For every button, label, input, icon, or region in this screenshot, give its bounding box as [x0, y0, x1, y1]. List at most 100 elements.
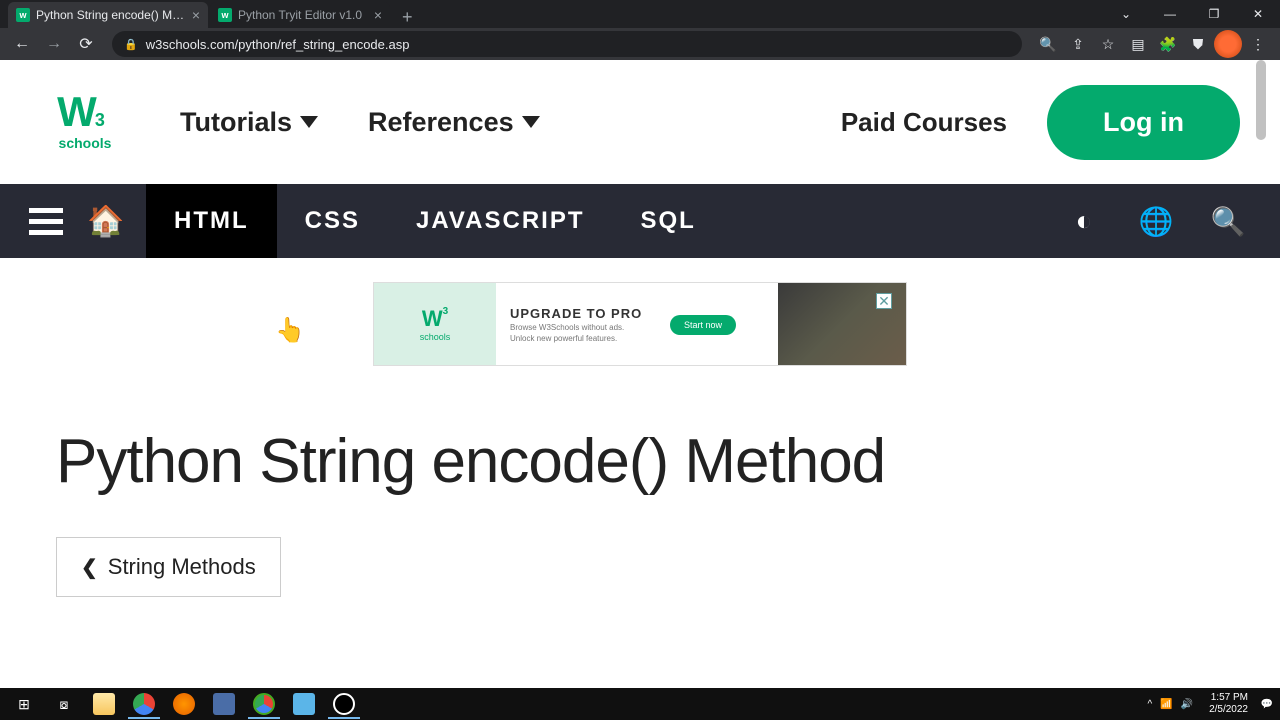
- task-view-icon: ⧇: [60, 696, 69, 713]
- logo-text: schools: [59, 135, 112, 151]
- ad-close-button[interactable]: ✕: [876, 293, 892, 309]
- search-button[interactable]: 🔍: [1192, 184, 1264, 258]
- close-icon[interactable]: ×: [374, 7, 382, 23]
- back-to-string-methods-link[interactable]: ❮ String Methods: [56, 537, 281, 597]
- login-button[interactable]: Log in: [1047, 85, 1240, 160]
- taskbar-clock[interactable]: 1:57 PM 2/5/2022: [1199, 692, 1258, 716]
- bookmark-icon[interactable]: ☆: [1094, 30, 1122, 58]
- browser-tabs: w Python String encode() Method × w Pyth…: [0, 0, 423, 28]
- notifications-button[interactable]: 💬: [1258, 699, 1276, 710]
- url-text: w3schools.com/python/ref_string_encode.a…: [146, 37, 410, 52]
- ad-logo-text: schools: [420, 332, 451, 342]
- notepad-icon: [293, 693, 315, 715]
- dark-mode-toggle[interactable]: ◐: [1048, 184, 1120, 258]
- scrollbar-thumb[interactable]: [1256, 60, 1266, 140]
- adblock-icon[interactable]: ⛊: [1184, 30, 1212, 58]
- close-window-button[interactable]: ✕: [1236, 0, 1280, 28]
- kebab-menu-icon[interactable]: ⋮: [1244, 30, 1272, 58]
- ad-logo-icon: W: [422, 306, 443, 332]
- folder-icon: [93, 693, 115, 715]
- home-button[interactable]: 🏠: [76, 184, 136, 258]
- extensions-icon[interactable]: 🧩: [1154, 30, 1182, 58]
- forward-button[interactable]: →: [40, 30, 68, 58]
- obs-taskbar-button[interactable]: [324, 689, 364, 719]
- firefox-taskbar-button[interactable]: [164, 689, 204, 719]
- wifi-icon[interactable]: 📶: [1160, 699, 1172, 710]
- maximize-button[interactable]: ❐: [1192, 0, 1236, 28]
- clock-date: 2/5/2022: [1209, 704, 1248, 716]
- back-button[interactable]: ←: [8, 30, 36, 58]
- ad-cta-button[interactable]: Start now: [670, 315, 736, 335]
- firefox-icon: [173, 693, 195, 715]
- profile-avatar[interactable]: [1214, 30, 1242, 58]
- nav-right: ◐ 🌐 🔍: [1048, 184, 1264, 258]
- site-header: W 3 schools Tutorials References Paid Co…: [0, 60, 1280, 184]
- start-button[interactable]: ⊞: [4, 689, 44, 719]
- app-icon: [213, 693, 235, 715]
- clock-time: 1:57 PM: [1209, 692, 1248, 704]
- tab-title: Python Tryit Editor v1.0: [238, 8, 368, 22]
- search-icon: 🔍: [1211, 205, 1246, 238]
- toolbar-icons: 🔍 ⇪ ☆ ▤ 🧩 ⛊ ⋮: [1034, 30, 1272, 58]
- task-view-button[interactable]: ⧇: [44, 689, 84, 719]
- chrome-canary-icon: [253, 693, 275, 715]
- page-viewport: W 3 schools Tutorials References Paid Co…: [0, 60, 1280, 658]
- back-link-label: String Methods: [108, 554, 256, 580]
- file-explorer-button[interactable]: [84, 689, 124, 719]
- tray-chevron-icon[interactable]: ^: [1147, 699, 1152, 710]
- browser-tab-inactive[interactable]: w Python Tryit Editor v1.0 ×: [210, 2, 390, 28]
- app-taskbar-button[interactable]: [204, 689, 244, 719]
- main-navbar: 🏠 HTML CSS JAVASCRIPT SQL ◐ 🌐 🔍: [0, 184, 1280, 258]
- contrast-icon: ◐: [1076, 205, 1093, 237]
- nav-items: HTML CSS JAVASCRIPT SQL: [146, 184, 724, 258]
- notepad-taskbar-button[interactable]: [284, 689, 324, 719]
- window-controls: ⌄ — ❐ ✕: [1104, 0, 1280, 28]
- page-title: Python String encode() Method: [56, 426, 1224, 497]
- volume-icon[interactable]: 🔊: [1181, 699, 1193, 710]
- windows-icon: ⊞: [18, 696, 30, 713]
- logo-w-icon: W: [57, 93, 95, 131]
- w3schools-logo[interactable]: W 3 schools: [40, 93, 130, 151]
- url-bar[interactable]: 🔒 w3schools.com/python/ref_string_encode…: [112, 31, 1022, 57]
- header-right: Paid Courses Log in: [841, 85, 1240, 160]
- nav-item-html[interactable]: HTML: [146, 184, 277, 258]
- globe-icon: 🌐: [1139, 205, 1174, 238]
- logo-3-icon: 3: [95, 110, 105, 131]
- scrollbar[interactable]: [1256, 60, 1266, 640]
- tutorials-dropdown[interactable]: Tutorials: [180, 107, 318, 138]
- browser-tab-active[interactable]: w Python String encode() Method ×: [8, 2, 208, 28]
- chevron-down-icon[interactable]: ⌄: [1104, 0, 1148, 28]
- new-tab-button[interactable]: +: [392, 7, 423, 28]
- browser-toolbar: ← → ⟳ 🔒 w3schools.com/python/ref_string_…: [0, 28, 1280, 60]
- home-icon: 🏠: [87, 204, 124, 239]
- tray-icons[interactable]: ^ 📶 🔊: [1147, 699, 1199, 710]
- ad-banner[interactable]: W3 schools UPGRADE TO PRO Browse W3Schoo…: [373, 282, 907, 366]
- references-dropdown[interactable]: References: [368, 107, 540, 138]
- nav-item-javascript[interactable]: JAVASCRIPT: [388, 184, 612, 258]
- favicon-icon: w: [16, 8, 30, 22]
- share-icon[interactable]: ⇪: [1064, 30, 1092, 58]
- caret-down-icon: [300, 116, 318, 128]
- nav-item-sql[interactable]: SQL: [612, 184, 723, 258]
- system-tray: ^ 📶 🔊 1:57 PM 2/5/2022 💬: [1147, 692, 1276, 716]
- top-menu: Tutorials References: [180, 107, 540, 138]
- ad-logo-panel: W3 schools: [374, 283, 496, 365]
- reload-button[interactable]: ⟳: [72, 30, 100, 58]
- hamburger-menu-button[interactable]: [16, 184, 76, 258]
- app-taskbar-button[interactable]: [244, 689, 284, 719]
- mouse-cursor-icon: 👆: [275, 316, 305, 345]
- tab-title: Python String encode() Method: [36, 8, 186, 22]
- zoom-icon[interactable]: 🔍: [1034, 30, 1062, 58]
- chrome-taskbar-button[interactable]: [124, 689, 164, 719]
- hamburger-icon: [29, 208, 63, 235]
- reading-list-icon[interactable]: ▤: [1124, 30, 1152, 58]
- nav-item-css[interactable]: CSS: [277, 184, 388, 258]
- caret-down-icon: [522, 116, 540, 128]
- close-icon[interactable]: ×: [192, 7, 200, 23]
- language-button[interactable]: 🌐: [1120, 184, 1192, 258]
- favicon-icon: w: [218, 8, 232, 22]
- obs-icon: [333, 693, 355, 715]
- minimize-button[interactable]: —: [1148, 0, 1192, 28]
- paid-courses-link[interactable]: Paid Courses: [841, 107, 1007, 138]
- chrome-icon: [133, 693, 155, 715]
